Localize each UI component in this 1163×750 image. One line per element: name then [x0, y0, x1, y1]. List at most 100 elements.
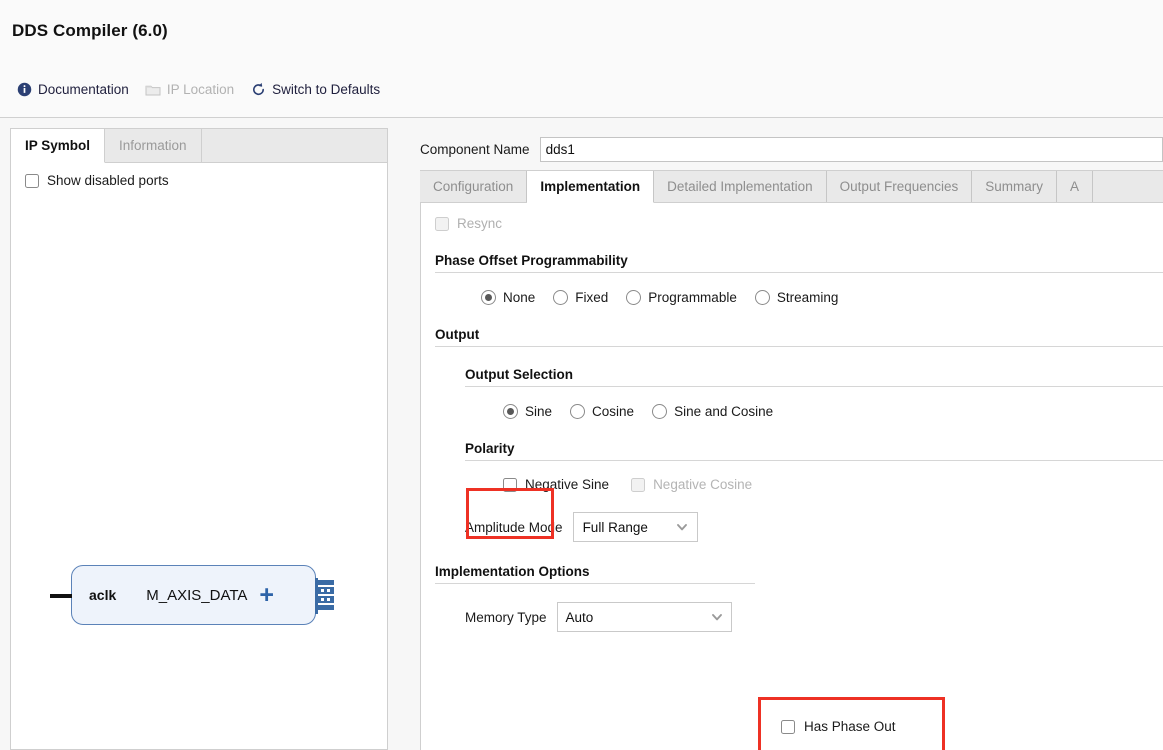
- config-tabstrip: Configuration Implementation Detailed Im…: [420, 170, 1163, 203]
- memory-type-label: Memory Type: [465, 609, 547, 625]
- tab-advanced[interactable]: A: [1057, 171, 1094, 202]
- resync-label: Resync: [457, 216, 503, 231]
- refresh-icon: [250, 82, 266, 98]
- checkbox-negative-cosine[interactable]: Negative Cosine: [631, 477, 752, 492]
- bus-connector-icon: [315, 578, 334, 614]
- documentation-label: Documentation: [38, 82, 129, 97]
- tab-detailed-implementation[interactable]: Detailed Implementation: [654, 171, 827, 202]
- tab-information[interactable]: Information: [105, 129, 202, 162]
- radio-label: Streaming: [776, 290, 839, 305]
- tab-configuration[interactable]: Configuration: [420, 171, 528, 202]
- amplitude-mode-label: Amplitude Mode: [465, 519, 563, 535]
- radio-phase-offset-none[interactable]: None: [481, 290, 535, 305]
- chevron-down-icon: [676, 521, 688, 533]
- checkbox-box: [631, 477, 646, 492]
- radio-phase-offset-fixed[interactable]: Fixed: [553, 290, 608, 305]
- radio-dot: [652, 404, 668, 419]
- tab-ip-symbol-label: IP Symbol: [25, 138, 91, 153]
- phase-offset-section: Phase Offset Programmability None Fixed …: [435, 231, 1163, 305]
- tab-implementation[interactable]: Implementation: [527, 171, 655, 203]
- radio-dot: [754, 290, 770, 305]
- show-disabled-ports-checkbox[interactable]: Show disabled ports: [11, 163, 387, 188]
- phase-offset-radio-group: None Fixed Programmable Streaming: [435, 273, 1163, 305]
- radio-output-sine-and-cosine[interactable]: Sine and Cosine: [652, 404, 773, 419]
- checkbox-box: [25, 173, 39, 188]
- info-circle-icon: [16, 82, 32, 98]
- implementation-options-section: Implementation Options: [435, 542, 1163, 584]
- radio-output-cosine[interactable]: Cosine: [570, 404, 634, 419]
- checkbox-label: Negative Cosine: [653, 477, 753, 492]
- radio-phase-offset-programmable[interactable]: Programmable: [626, 290, 737, 305]
- radio-dot: [503, 404, 518, 419]
- output-selection-block: Output Selection Sine Cosine Sine and Co…: [465, 347, 1163, 419]
- port-m-axis-data-label: M_AXIS_DATA: [146, 586, 248, 604]
- amplitude-mode-select[interactable]: Full Range: [572, 512, 698, 542]
- toolbar: Documentation IP Location Switch to Defa…: [0, 62, 1163, 118]
- section-divider: [435, 583, 755, 584]
- window-header: DDS Compiler (6.0): [0, 0, 1163, 62]
- checkbox-negative-sine[interactable]: Negative Sine: [503, 477, 609, 492]
- radio-phase-offset-streaming[interactable]: Streaming: [754, 290, 839, 305]
- tab-ip-symbol[interactable]: IP Symbol: [11, 129, 106, 163]
- radio-label: None: [503, 290, 536, 305]
- radio-dot: [481, 290, 496, 305]
- checkbox-has-phase-out[interactable]: Has Phase Out: [781, 719, 896, 734]
- polarity-heading: Polarity: [465, 441, 515, 456]
- checkbox-label: Has Phase Out: [804, 719, 896, 734]
- tab-summary[interactable]: Summary: [972, 171, 1058, 202]
- checkbox-box: [781, 719, 795, 734]
- output-section: Output Output Selection Sine Cosine Sine…: [435, 305, 1163, 542]
- checkbox-box: [435, 216, 449, 231]
- left-tabstrip-filler: [202, 129, 387, 162]
- component-name-row: Component Name: [420, 128, 1163, 170]
- checkbox-box: [503, 477, 517, 492]
- ip-location-button[interactable]: IP Location: [137, 80, 242, 100]
- chevron-down-icon: [711, 611, 723, 623]
- resync-checkbox[interactable]: Resync: [421, 203, 1163, 231]
- expand-bus-icon[interactable]: +: [259, 582, 274, 608]
- polarity-block: Polarity Negative Sine Negative Cosine A…: [465, 419, 1163, 542]
- tab-detailed-implementation-label: Detailed Implementation: [667, 179, 813, 194]
- implementation-tab-content: Resync Phase Offset Programmability None…: [420, 203, 1163, 750]
- documentation-button[interactable]: Documentation: [8, 80, 137, 100]
- left-panel-tabstrip: IP Symbol Information: [11, 129, 387, 163]
- config-panel: Component Name Configuration Implementat…: [420, 128, 1163, 750]
- memory-type-select[interactable]: Auto: [556, 602, 732, 632]
- memory-type-row: Memory Type Auto: [465, 584, 1163, 632]
- amplitude-mode-row: Amplitude Mode Full Range: [465, 492, 1163, 542]
- tab-implementation-label: Implementation: [540, 179, 641, 194]
- output-heading: Output: [435, 327, 480, 342]
- component-name-input[interactable]: [539, 137, 1163, 162]
- amplitude-mode-value: Full Range: [582, 519, 648, 535]
- memory-type-value: Auto: [565, 609, 594, 625]
- switch-to-defaults-label: Switch to Defaults: [272, 82, 381, 97]
- tab-summary-label: Summary: [985, 179, 1044, 194]
- tab-information-label: Information: [119, 138, 187, 153]
- ip-symbol-canvas: Show disabled ports aclk M_AXIS_DATA +: [11, 163, 387, 749]
- polarity-checkbox-group: Negative Sine Negative Cosine: [465, 461, 1163, 492]
- tab-output-frequencies[interactable]: Output Frequencies: [827, 171, 973, 202]
- port-aclk-label: aclk: [89, 587, 117, 603]
- folder-icon: [145, 82, 161, 98]
- radio-label: Cosine: [592, 404, 635, 419]
- radio-dot: [626, 290, 642, 305]
- radio-dot: [570, 404, 586, 419]
- output-selection-heading: Output Selection: [465, 367, 573, 382]
- radio-label: Fixed: [575, 290, 609, 305]
- radio-label: Sine and Cosine: [674, 404, 774, 419]
- radio-dot: [553, 290, 569, 305]
- ip-location-label: IP Location: [166, 82, 235, 97]
- radio-label: Programmable: [648, 290, 737, 305]
- implementation-options-heading: Implementation Options: [435, 564, 590, 579]
- radio-label: Sine: [525, 404, 553, 419]
- tab-output-frequencies-label: Output Frequencies: [839, 179, 959, 194]
- ip-block[interactable]: aclk M_AXIS_DATA +: [50, 565, 334, 625]
- radio-output-sine[interactable]: Sine: [503, 404, 552, 419]
- main-body: IP Symbol Information Show disabled port…: [0, 118, 1163, 750]
- switch-to-defaults-button[interactable]: Switch to Defaults: [242, 80, 388, 100]
- tab-configuration-label: Configuration: [433, 179, 514, 194]
- tab-advanced-label: A: [1070, 179, 1080, 194]
- output-selection-section: Output Selection Sine Cosine Sine and Co…: [465, 347, 1163, 542]
- checkbox-label: Negative Sine: [525, 477, 610, 492]
- phase-offset-heading: Phase Offset Programmability: [435, 253, 628, 268]
